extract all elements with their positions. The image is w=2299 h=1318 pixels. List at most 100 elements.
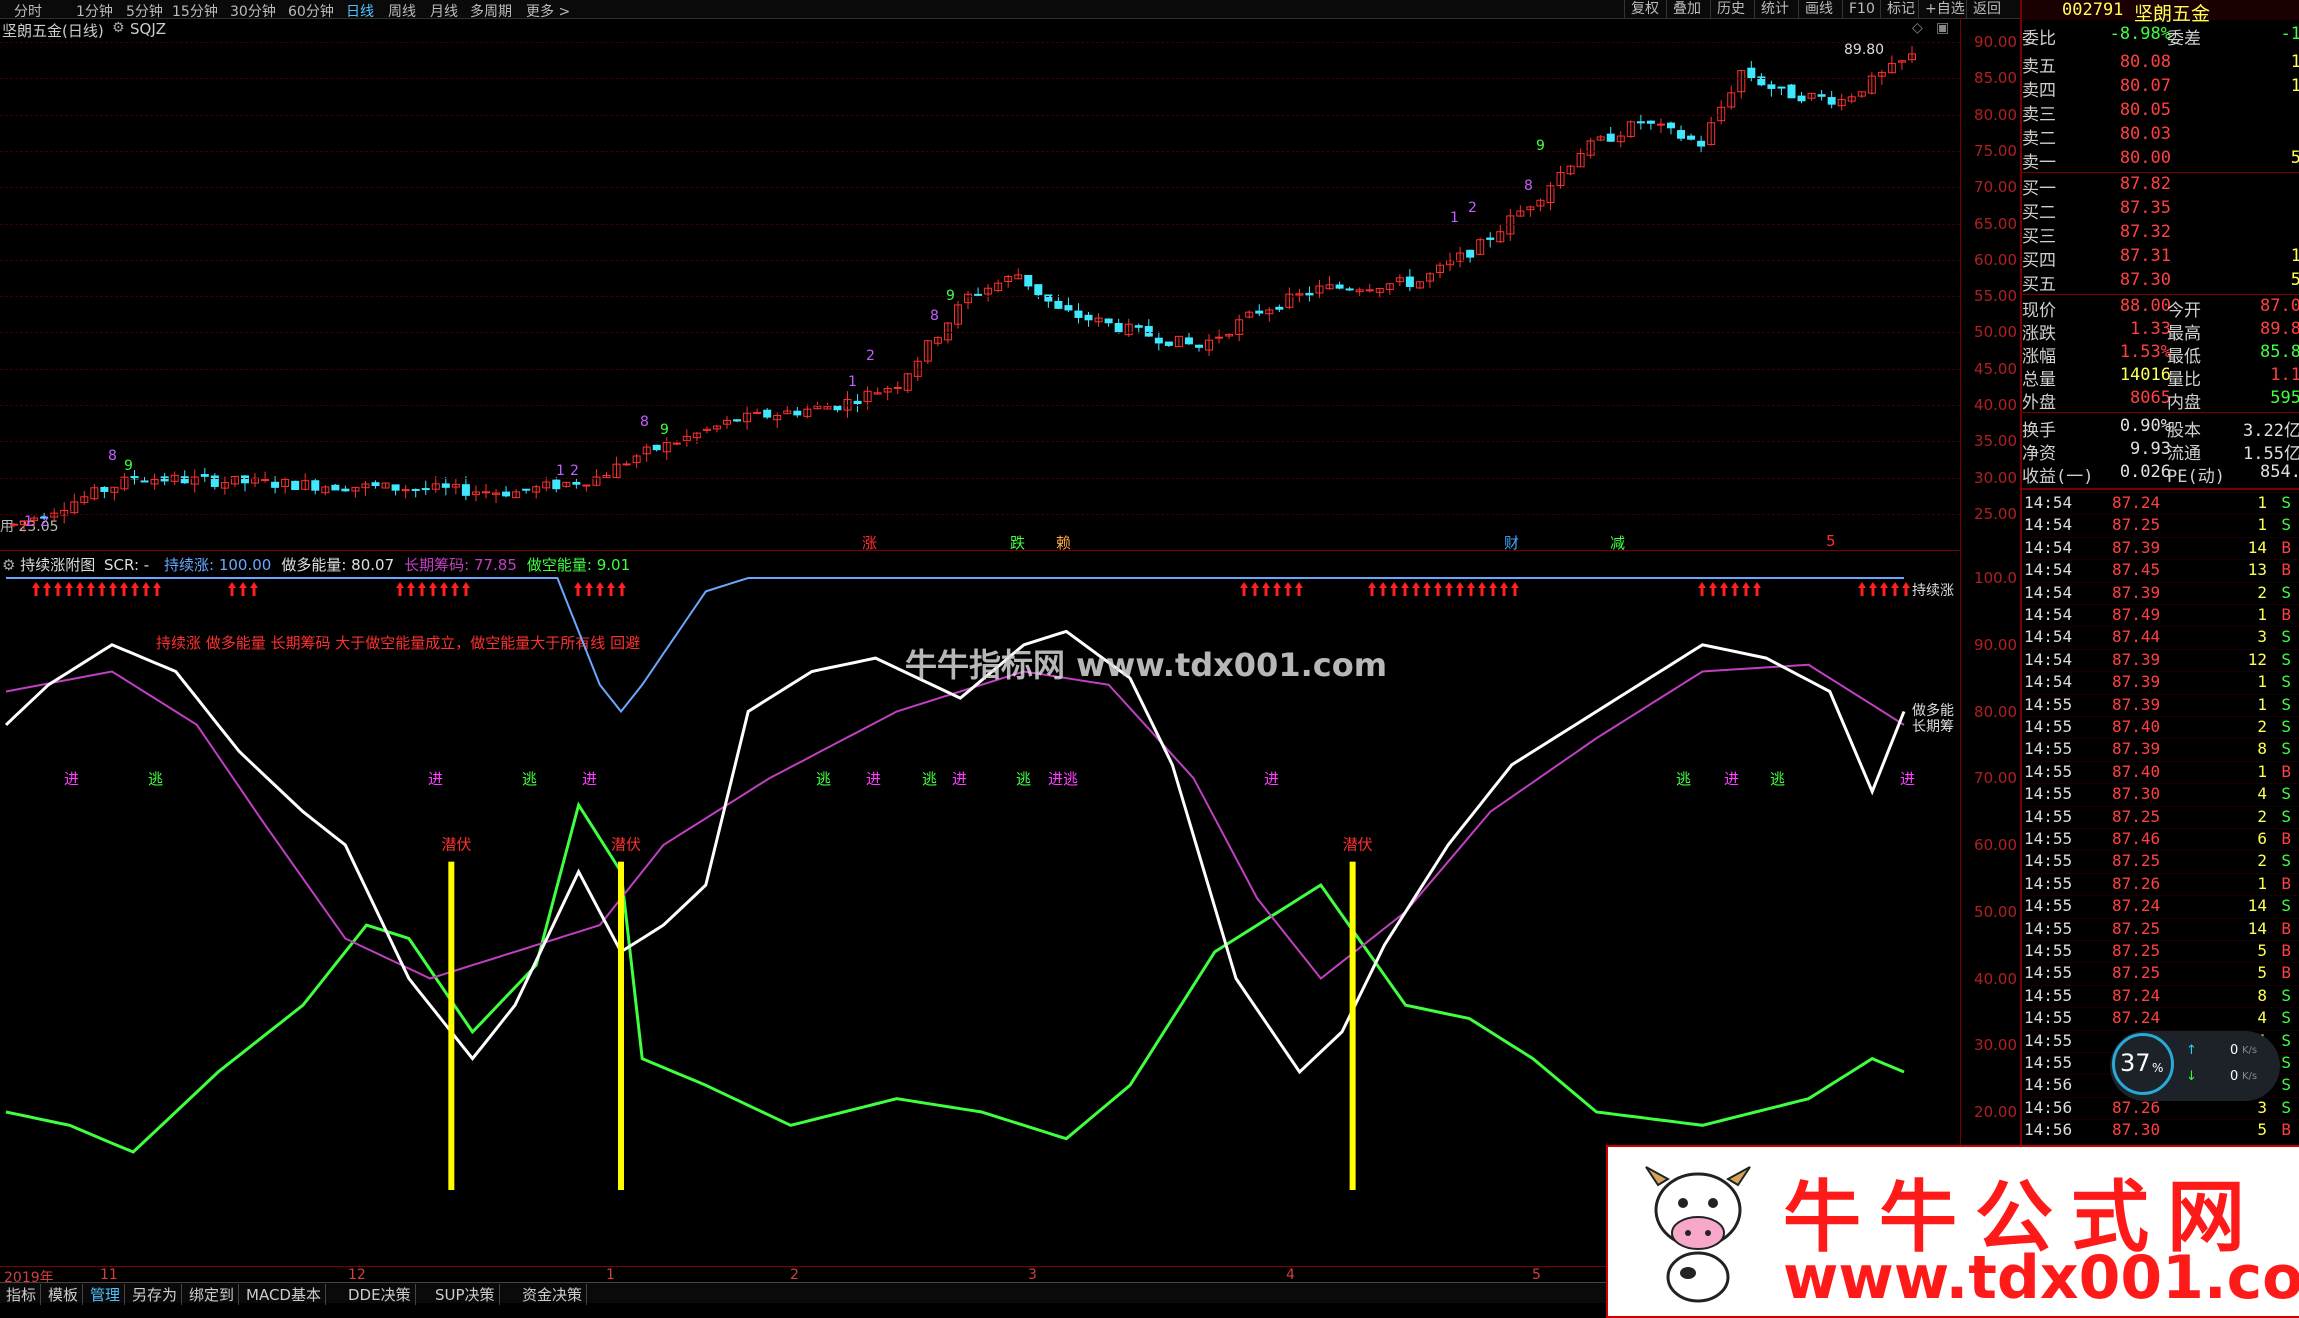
tick-side: S <box>2281 627 2291 647</box>
indicator-tab-3[interactable]: 另存为 <box>128 1284 183 1305</box>
candle-body <box>1054 300 1063 309</box>
tick-volume: 1 <box>2257 694 2267 714</box>
toolbar-button-6[interactable]: 标记 <box>1880 0 1921 18</box>
rise-arrow-icon <box>1891 582 1899 596</box>
download-unit: K/s <box>2242 1071 2258 1082</box>
candle-body <box>461 484 470 496</box>
signal-mark: 减 <box>1610 534 1626 552</box>
indicator-tab-7[interactable]: SUP决策 <box>431 1284 500 1305</box>
rise-arrow-icon <box>596 582 604 596</box>
asks-price: 80.07 <box>2119 76 2171 96</box>
tick-time: 14:56 <box>2024 1097 2073 1117</box>
candle-body <box>100 487 109 492</box>
rise-arrow-icon <box>1742 582 1750 596</box>
tick-volume: 5 <box>2257 941 2267 960</box>
tick-volume: 14 <box>2247 896 2267 916</box>
candle-body <box>1215 336 1224 339</box>
tick-volume: 1 <box>2257 873 2267 893</box>
rise-arrow-icon <box>1456 582 1464 596</box>
candle-body <box>622 463 631 466</box>
rise-arrow-icon <box>418 582 426 596</box>
indicator-tab-4[interactable]: 绑定到 <box>185 1284 240 1305</box>
bids-price: 87.30 <box>2119 270 2171 290</box>
order-ratio-row: 委比 -8.98% 委差 -1 <box>2022 24 2299 49</box>
rise-arrow-icon <box>1858 582 1866 596</box>
bids-label: 买三 <box>2022 227 2056 247</box>
indicator-tab-2[interactable]: 管理 <box>86 1284 126 1305</box>
line-end-label: 长期筹 <box>1912 719 1954 735</box>
tick-side: S <box>2281 672 2291 692</box>
tick-time: 14:54 <box>2024 560 2073 580</box>
stat-value: 1.55亿 <box>2243 444 2299 464</box>
tick-side: B <box>2281 963 2291 983</box>
rise-arrow-icon <box>32 582 40 596</box>
toolbar-button-1[interactable]: 叠加 <box>1666 0 1707 18</box>
tick-side: S <box>2281 649 2291 669</box>
signal-mark: 跌 <box>1010 534 1026 552</box>
toolbar-button-5[interactable]: F10 <box>1842 0 1881 18</box>
stat-value: 0.90% <box>2119 416 2171 436</box>
ambush-signal-bar <box>617 861 624 1190</box>
toolbar-button-8[interactable]: 返回 <box>1966 0 2007 18</box>
stat-value: 1.1 <box>2270 365 2299 385</box>
tick-time: 14:56 <box>2024 1075 2073 1095</box>
rise-arrow-icon <box>429 582 437 596</box>
td-count-mark: 9 <box>660 422 669 438</box>
indicator-tab-6[interactable]: DDE决策 <box>344 1284 416 1305</box>
toolbar-button-4[interactable]: 画线 <box>1798 0 1839 18</box>
price-tick: 65.00 <box>1974 214 2017 233</box>
tick-volume: 12 <box>2247 649 2267 669</box>
upload-unit: K/s <box>2242 1045 2258 1056</box>
tick-side: S <box>2281 806 2291 826</box>
rise-arrow-icon <box>1511 582 1519 596</box>
tick-time: 14:55 <box>2024 918 2073 938</box>
candle-body <box>1486 237 1495 240</box>
stat-label: 最低 <box>2167 347 2201 367</box>
main-kline-pane[interactable]: 坚朗五金(日线) ⚙ SQJZ 89.80 ◇ ▣ 用 23.05 涨跌赖财减5… <box>0 18 1960 552</box>
long-chip-line <box>5 663 1905 980</box>
bids-volume: 5 <box>2290 270 2299 290</box>
stat-value: 1.53% <box>2119 342 2171 362</box>
ambush-signal-bar <box>1349 861 1356 1190</box>
candle-body <box>672 442 681 445</box>
indicator-tab-8[interactable]: 资金决策 <box>518 1284 588 1305</box>
candle-body <box>1255 310 1264 314</box>
grid-line <box>0 259 1960 261</box>
grid-line <box>0 296 1960 298</box>
toolbar-button-3[interactable]: 统计 <box>1754 0 1795 18</box>
indicator-tab-1[interactable]: 模板 <box>44 1284 84 1305</box>
grid-line <box>0 223 1960 225</box>
toolbar-button-2[interactable]: 历史 <box>1710 0 1751 18</box>
download-icon: ↓ <box>2186 1069 2197 1084</box>
tick-time: 14:55 <box>2024 963 2073 983</box>
signal-mark: 赖 <box>1056 534 1072 552</box>
tick-row: 14:55 87.39 1 S <box>2022 693 2299 717</box>
gauge-unit: % <box>2152 1061 2164 1075</box>
indicator-tab-0[interactable]: 指标 <box>2 1284 42 1305</box>
tick-side: S <box>2281 1097 2291 1117</box>
kline-chart <box>10 45 1916 533</box>
center-watermark: 牛牛指标网 www.tdx001.com <box>905 646 1388 684</box>
date-tick: 5 <box>1532 1267 1541 1283</box>
entry-exit-signal: 进 <box>582 770 598 788</box>
indicator-tick: 40.00 <box>1974 969 2017 988</box>
candle-body <box>1335 284 1344 289</box>
tick-time: 14:54 <box>2024 672 2073 692</box>
tick-side: S <box>2281 985 2291 1005</box>
date-tick: 2 <box>790 1267 799 1283</box>
toolbar-button-7[interactable]: +自选 <box>1918 0 1971 18</box>
candle-body <box>421 488 430 491</box>
entry-exit-signal: 进 <box>428 770 444 788</box>
candle-body <box>331 484 340 491</box>
tick-price: 87.24 <box>2112 1008 2161 1028</box>
tick-time: 14:54 <box>2024 493 2073 512</box>
network-gauge[interactable]: 37 % ↑ 0 K/s ↓ 0 K/s <box>2110 1031 2280 1101</box>
date-tick: 1 <box>606 1267 615 1283</box>
toolbar-button-0[interactable]: 复权 <box>1624 0 1665 18</box>
indicator-tab-5[interactable]: MACD基本 <box>242 1284 326 1305</box>
rise-arrow-icon <box>1273 582 1281 596</box>
tick-volume: 14 <box>2247 918 2267 938</box>
price-tick: 70.00 <box>1974 178 2017 197</box>
entry-exit-signal: 逃 <box>922 770 938 788</box>
candle-body <box>763 409 772 418</box>
